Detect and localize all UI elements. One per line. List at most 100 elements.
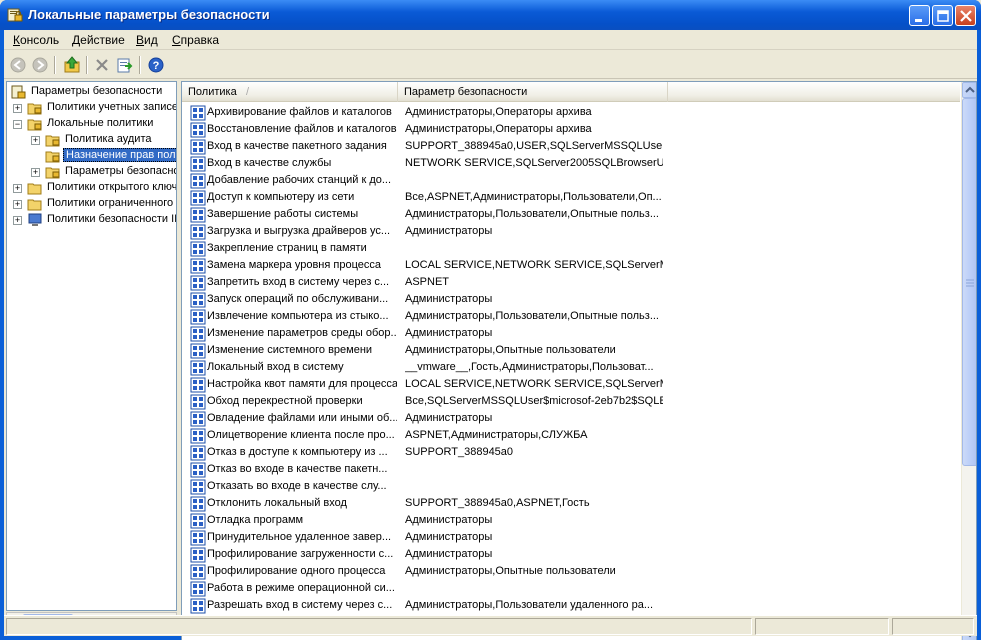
policy-row[interactable]: Изменение параметров среды обор... Админи… [182, 325, 960, 342]
menu-help[interactable]: Справка [172, 33, 219, 47]
policy-row[interactable]: Овладение файлами или иными об... Админис… [182, 410, 960, 427]
menu-view[interactable]: Вид [136, 33, 158, 47]
policy-row[interactable]: Отказ в доступе к компьютеру из ... SUPPO… [182, 444, 960, 461]
policy-row[interactable]: Принудительное удаленное завер... Админис… [182, 529, 960, 546]
policy-row[interactable]: Олицетворение клиента после про... ASPNET… [182, 427, 960, 444]
policy-row[interactable]: Отказ во входе в качестве пакетн... [182, 461, 960, 478]
policy-icon [190, 343, 206, 359]
policy-name: Отладка программ [207, 514, 304, 526]
expand-toggle-icon[interactable]: + [13, 104, 22, 113]
menu-console-label: онсоль [20, 33, 60, 47]
policy-row[interactable]: Запретить вход в систему через с... ASPNE… [182, 274, 960, 291]
sort-indicator-icon: / [246, 86, 250, 98]
policy-name: Разрешать вход в систему через с... [207, 599, 393, 611]
policy-icon [190, 241, 206, 257]
policy-row[interactable]: Извлечение компьютера из стыко... Админис… [182, 308, 960, 325]
policy-setting: Администраторы [405, 531, 493, 543]
policy-icon [190, 598, 206, 614]
policy-icon [190, 309, 206, 325]
policy-folder-icon [27, 103, 42, 115]
policy-row[interactable]: Доступ к компьютеру из сети Все,ASPNET,Ад… [182, 189, 960, 206]
policy-row[interactable]: Профилирование одного процесса Администра… [182, 563, 960, 580]
tree-item-label: Назначение прав пользователя [63, 148, 176, 162]
policy-icon [190, 479, 206, 495]
policy-row[interactable]: Вход в качестве службы NETWORK SERVICE,SQ… [182, 155, 960, 172]
expand-toggle-icon[interactable]: + [13, 200, 22, 209]
expand-toggle-icon[interactable]: − [13, 120, 22, 129]
menu-console[interactable]: Консоль [13, 33, 59, 47]
up-folder-icon[interactable] [62, 55, 82, 75]
policy-name: Изменение системного времени [207, 344, 373, 356]
column-header-setting[interactable]: Параметр безопасности [398, 82, 668, 102]
maximize-button[interactable] [932, 5, 953, 26]
policy-row[interactable]: Отладка программ Администраторы [182, 512, 960, 529]
back-icon[interactable] [8, 55, 28, 75]
policy-row[interactable]: Изменение системного времени Администрато… [182, 342, 960, 359]
policy-row[interactable]: Локальный вход в систему __vmware__,Гость… [182, 359, 960, 376]
policy-row[interactable]: Закрепление страниц в памяти [182, 240, 960, 257]
policy-row[interactable]: Загрузка и выгрузка драйверов ус... Админ… [182, 223, 960, 240]
policy-row[interactable]: Профилирование загруженности с... Админис… [182, 546, 960, 563]
column-header-policy[interactable]: Политика / [182, 82, 398, 102]
policy-icon [190, 496, 206, 512]
menu-help-label: правка [180, 33, 220, 47]
expand-toggle-icon[interactable]: + [31, 168, 40, 177]
policy-name: Олицетворение клиента после про... [207, 429, 395, 441]
policy-row[interactable]: Архивирование файлов и каталогов Админист… [182, 104, 960, 121]
help-icon[interactable]: ? [146, 55, 166, 75]
tree-pane[interactable]: Параметры безопасности + Политики учетных… [6, 81, 177, 611]
policy-icon [190, 105, 206, 121]
close-button[interactable] [955, 5, 976, 26]
close-icon [960, 10, 972, 22]
export-icon[interactable] [115, 55, 135, 75]
scroll-thumb[interactable] [962, 98, 976, 466]
policy-row[interactable]: Разрешать вход в систему через с... Админ… [182, 597, 960, 614]
policy-icon [190, 156, 206, 172]
policy-row[interactable]: Замена маркера уровня процесса LOCAL SERV… [182, 257, 960, 274]
policy-row[interactable]: Настройка квот памяти для процесса LOCAL … [182, 376, 960, 393]
toolbar: ? [4, 51, 977, 79]
policy-row[interactable]: Отклонить локальный вход SUPPORT_388945a0… [182, 495, 960, 512]
scroll-up-button[interactable] [962, 82, 976, 98]
list-vertical-scrollbar[interactable] [961, 82, 976, 640]
policy-name: Восстановление файлов и каталогов [207, 123, 397, 135]
policy-icon [190, 122, 206, 138]
policy-name: Обход перекрестной проверки [207, 395, 363, 407]
policy-row[interactable]: Работа в режиме операционной си... [182, 580, 960, 597]
policy-setting: LOCAL SERVICE,NETWORK SERVICE,SQLServerM… [405, 259, 663, 271]
forward-icon[interactable] [30, 55, 50, 75]
column-header-policy-label: Политика [188, 86, 237, 98]
menu-view-label: ид [144, 33, 158, 47]
policy-row[interactable]: Восстановление файлов и каталогов Админис… [182, 121, 960, 138]
menu-console-mnemonic: К [13, 33, 20, 47]
tree-item-label: Политика аудита [65, 133, 152, 145]
policy-setting: Администраторы,Пользователи удаленного р… [405, 599, 653, 611]
expand-toggle-icon[interactable]: + [13, 216, 22, 225]
menu-action-mnemonic: Д [72, 33, 81, 47]
title-bar[interactable]: Локальные параметры безопасности [0, 0, 981, 30]
maximize-icon [937, 10, 949, 22]
policy-row[interactable]: Вход в качестве пакетного задания SUPPORT… [182, 138, 960, 155]
list-header: Политика / Параметр безопасности [182, 82, 960, 102]
policy-name: Отказать во входе в качестве слу... [207, 480, 387, 492]
tree-item-label: Политики ограниченного использования про… [47, 197, 176, 209]
delete-icon[interactable] [92, 55, 112, 75]
expand-toggle-icon[interactable]: + [31, 136, 40, 145]
policy-setting: SUPPORT_388945a0 [405, 446, 514, 458]
status-cell [6, 618, 752, 635]
expand-toggle-icon[interactable]: + [13, 184, 22, 193]
policy-setting: SUPPORT_388945a0,USER,SQLServerMSSQLUser… [405, 140, 663, 152]
policy-row[interactable]: Завершение работы системы Администраторы,… [182, 206, 960, 223]
minimize-button[interactable] [909, 5, 930, 26]
status-cell [892, 618, 974, 635]
policy-row[interactable]: Отказать во входе в качестве слу... [182, 478, 960, 495]
policy-icon [190, 173, 206, 189]
policy-icon [190, 462, 206, 478]
policy-row[interactable]: Запуск операций по обслуживани... Админис… [182, 291, 960, 308]
policy-setting: ASPNET,Администраторы,СЛУЖБА [405, 429, 588, 441]
policy-row[interactable]: Обход перекрестной проверки Все,SQLServer… [182, 393, 960, 410]
policy-icon [190, 292, 206, 308]
policy-row[interactable]: Добавление рабочих станций к до... [182, 172, 960, 189]
policy-list: Архивирование файлов и каталогов Админист… [182, 103, 960, 640]
menu-action[interactable]: Действие [72, 33, 125, 47]
